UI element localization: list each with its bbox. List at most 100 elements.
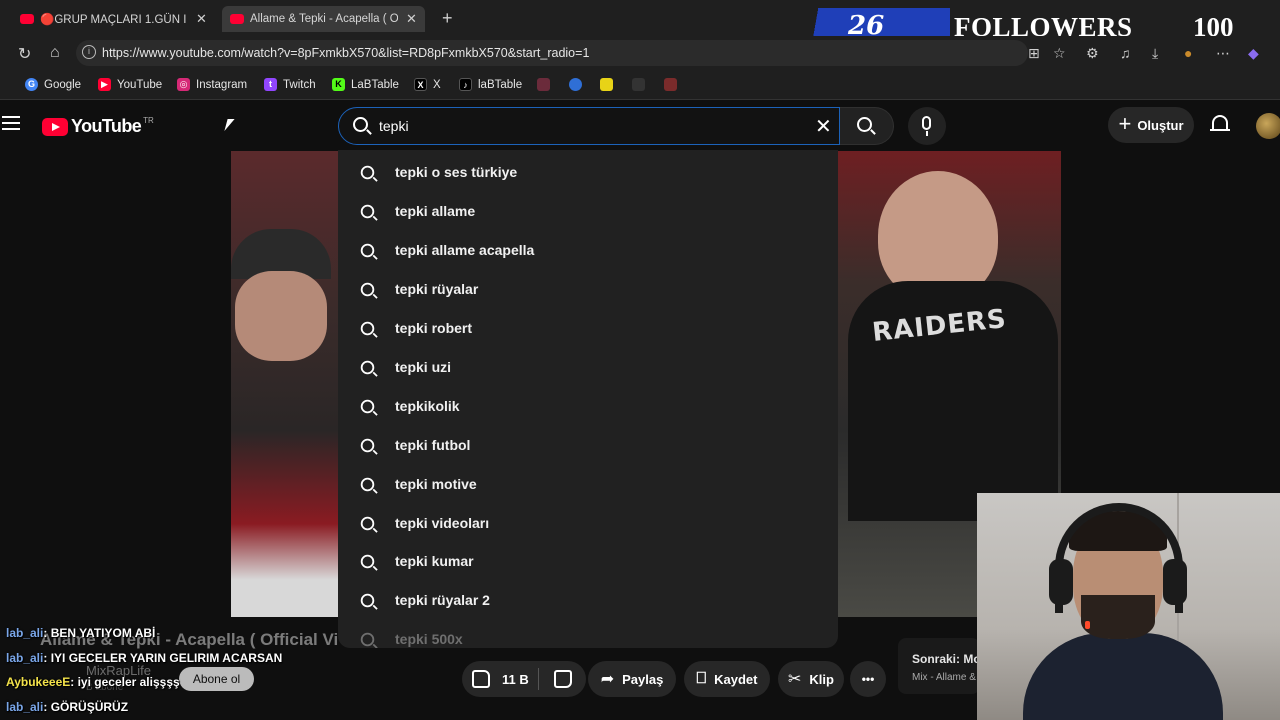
browser-tab-active[interactable]: Allame & Tepki - Acapella ( Offici ✕ (222, 6, 425, 32)
chat-text: : iyi geceler alişşşş (70, 675, 180, 689)
close-tab-icon[interactable]: ✕ (196, 11, 207, 27)
plus-icon: + (1118, 111, 1132, 136)
search-box[interactable]: ✕ (338, 107, 840, 145)
suggestion-item[interactable]: tepki kumar (338, 542, 838, 581)
suggestion-text: tepki rüyalar 2 (395, 592, 490, 609)
youtube-play-icon (42, 117, 68, 136)
suggestion-text: tepki allame (395, 203, 476, 220)
hamburger-menu-icon[interactable] (2, 116, 20, 130)
suggestion-text: tepki o ses türkiye (395, 164, 518, 181)
suggestion-item[interactable]: tepki 500x (338, 620, 838, 648)
save-button[interactable]: ⎕ Kaydet (684, 661, 770, 697)
chat-text: : GÖRÜŞÜRÜZ (43, 700, 129, 714)
bookmark-icon[interactable] (664, 78, 677, 91)
url-text: https://www.youtube.com/watch?v=8pFxmkbX… (102, 46, 590, 60)
new-tab-icon[interactable]: + (442, 8, 453, 29)
bookmark-icon[interactable] (569, 78, 582, 91)
clip-label: Klip (809, 671, 834, 687)
search-icon (360, 282, 375, 297)
thumbs-down-icon[interactable] (554, 670, 572, 688)
suggestion-text: tepki allame acapella (395, 242, 535, 259)
microphone-stem (926, 131, 928, 136)
suggestion-text: tepki 500x (395, 631, 463, 648)
tab-title: Allame & Tepki - Acapella ( Offici (250, 13, 398, 25)
search-icon (360, 165, 375, 180)
bookmark-label: Instagram (196, 78, 248, 91)
save-label: Kaydet (714, 671, 758, 687)
bookmark-icon[interactable] (632, 78, 645, 91)
clear-search-icon[interactable]: ✕ (815, 114, 832, 139)
chat-text: : IYI GECELER YARIN GELIRIM ACARSAN (43, 651, 283, 665)
suggestion-item[interactable]: tepki o ses türkiye (338, 153, 838, 192)
copilot-icon[interactable]: ◆ (1248, 45, 1259, 62)
suggestion-item[interactable]: tepki rüyalar 2 (338, 581, 838, 620)
share-arrow-icon: ➦ (600, 671, 615, 688)
bookmark-icon[interactable] (537, 78, 550, 91)
suggestion-item[interactable]: tepkikolik (338, 387, 838, 426)
browser-tab[interactable]: 🔴GRUP MAÇLARI 1.GÜN I Golaz ✕ (12, 6, 215, 32)
tab-title: 🔴GRUP MAÇLARI 1.GÜN I Golaz (40, 14, 188, 26)
tiktok-icon: ♪ (459, 78, 472, 91)
browser-tab-bar: 🔴GRUP MAÇLARI 1.GÜN I Golaz ✕ Allame & T… (0, 0, 1280, 46)
menu-dots-icon[interactable]: ⋯ (1216, 45, 1230, 62)
notifications-bell-icon[interactable] (1210, 115, 1230, 131)
suggestion-text: tepkikolik (395, 398, 460, 415)
search-icon (360, 360, 375, 375)
profile-icon[interactable]: ● (1184, 45, 1192, 61)
close-tab-icon[interactable]: ✕ (406, 11, 417, 27)
more-dots-icon: ••• (861, 672, 875, 686)
bookmark-x[interactable]: X X (414, 78, 441, 91)
bookmark-kick[interactable]: K LaBTable (332, 78, 399, 91)
suggestion-text: tepki videoları (395, 515, 490, 532)
suggestion-item[interactable]: tepki allame (338, 192, 838, 231)
up-next-label: Sonraki: Mo (912, 652, 980, 666)
like-button[interactable]: 11 B (462, 661, 586, 697)
search-button[interactable] (840, 107, 894, 145)
youtube-favicon-icon (20, 14, 34, 24)
extensions-icon[interactable]: ⚙ (1086, 45, 1099, 62)
up-next-sub: Mix - Allame & (912, 672, 976, 683)
suggestion-item[interactable]: tepki rüyalar (338, 270, 838, 309)
youtube-logo[interactable]: YouTube TR (42, 116, 154, 137)
voice-search-button[interactable] (908, 107, 946, 145)
download-icon[interactable]: ⤓ (1152, 45, 1158, 62)
subscribe-button[interactable]: Abone ol (179, 667, 254, 691)
more-actions-button[interactable]: ••• (850, 661, 886, 697)
clip-button[interactable]: ✂ Klip (778, 661, 844, 697)
chat-message: AybukeeeE: iyi geceler alişşşş (6, 675, 180, 689)
bookmark-tiktok[interactable]: ♪ laBTable (459, 78, 522, 91)
reload-icon[interactable]: ↻ (18, 44, 31, 64)
suggestion-item[interactable]: tepki allame acapella (338, 231, 838, 270)
media-icon[interactable]: ♫ (1120, 45, 1131, 61)
chat-text: : BEN YATIYOM ABİ (43, 626, 156, 640)
bookmark-twitch[interactable]: t Twitch (264, 78, 316, 91)
star-icon[interactable]: ☆ (1053, 45, 1066, 62)
bookmark-youtube[interactable]: ▶ YouTube (98, 78, 162, 91)
search-input[interactable] (379, 112, 799, 140)
avatar[interactable] (1256, 113, 1280, 139)
bookmark-label: X (433, 78, 441, 91)
search-icon (360, 554, 375, 569)
bookmark-icon[interactable] (600, 78, 613, 91)
up-next-card[interactable]: Sonraki: Mo Mix - Allame & (898, 638, 980, 694)
suggestion-item[interactable]: tepki robert (338, 309, 838, 348)
suggestion-item[interactable]: tepki videoları (338, 504, 838, 543)
create-button[interactable]: + Oluştur (1108, 107, 1194, 143)
suggestion-item[interactable]: tepki futbol (338, 426, 838, 465)
headset-left-cup (1049, 559, 1073, 605)
youtube-favicon-icon (230, 14, 244, 24)
twitch-icon: t (264, 78, 277, 91)
suggestion-item[interactable]: tepki uzi (338, 348, 838, 387)
bookmark-instagram[interactable]: ◎ Instagram (177, 78, 247, 91)
suggestion-text: tepki motive (395, 476, 477, 493)
apps-icon[interactable]: ⊞ (1028, 45, 1040, 62)
webcam-overlay (977, 493, 1280, 720)
suggestion-item[interactable]: tepki motive (338, 465, 838, 504)
instagram-icon: ◎ (177, 78, 190, 91)
site-info-icon[interactable]: i (82, 45, 96, 59)
logo-text: YouTube (71, 116, 142, 136)
share-button[interactable]: ➦ Paylaş (588, 661, 676, 697)
home-icon[interactable]: ⌂ (50, 44, 60, 62)
bookmark-google[interactable]: G Google (25, 78, 81, 91)
address-bar[interactable]: i https://www.youtube.com/watch?v=8pFxmk… (76, 40, 1028, 66)
